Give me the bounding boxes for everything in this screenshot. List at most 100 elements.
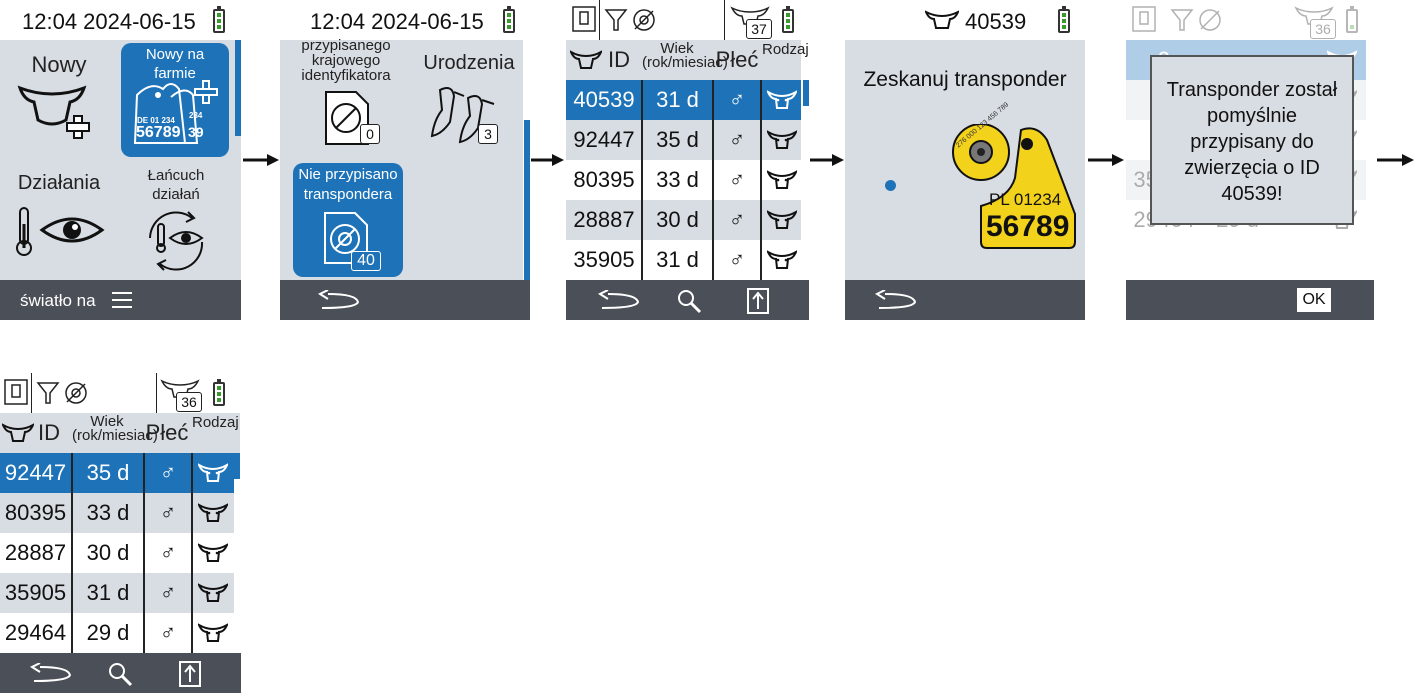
col-divider bbox=[712, 80, 714, 280]
screen-submenu: 12:04 2024-06-15 przypisanego krajowego … bbox=[280, 0, 530, 320]
tile-lancuch-dzialan[interactable]: Łańcuch działań bbox=[120, 160, 235, 280]
tile-nowy-na-farmie[interactable]: Nowy na farmie DE 01 234 56789 234 39 bbox=[121, 43, 229, 157]
cell-id: 40539 bbox=[573, 87, 635, 112]
tag-filter-icon[interactable] bbox=[572, 6, 596, 32]
divider bbox=[724, 0, 725, 40]
scrollbar[interactable] bbox=[235, 40, 241, 136]
back-icon[interactable] bbox=[316, 290, 362, 312]
screen-scan-transponder: 40539 Zeskanuj transponder 276 000 123 4… bbox=[845, 0, 1085, 320]
bottom-bar: OK bbox=[1126, 280, 1374, 320]
flow-arrow-icon bbox=[810, 154, 844, 166]
tile-urodzenia[interactable]: Urodzenia 3 bbox=[408, 40, 523, 160]
cell-age: 29 d bbox=[86, 620, 130, 645]
no-transponder-icon bbox=[1199, 9, 1221, 31]
back-icon[interactable] bbox=[28, 663, 74, 685]
col-divider bbox=[143, 453, 145, 653]
tile-label-text: Urodzenia bbox=[423, 52, 515, 74]
col-header-sex[interactable]: Płeć bbox=[714, 40, 760, 80]
cell-id: 92447 bbox=[4, 460, 67, 485]
scrollbar[interactable] bbox=[524, 120, 530, 280]
no-transponder-icon[interactable] bbox=[632, 8, 656, 32]
cell-id: 92447 bbox=[573, 127, 635, 152]
col-header-type[interactable]: Rodzaj bbox=[762, 40, 809, 80]
battery-icon bbox=[213, 6, 225, 33]
battery-icon bbox=[503, 6, 515, 33]
table-row[interactable]: 28887 30 d ♂ bbox=[566, 200, 801, 240]
cell-id: 80395 bbox=[4, 500, 67, 525]
table-row[interactable]: 80395 33 d ♂ bbox=[566, 160, 801, 200]
tag-filter-icon[interactable] bbox=[4, 379, 28, 405]
scrollbar[interactable] bbox=[803, 80, 809, 106]
bottom-bar: światło na bbox=[0, 280, 241, 320]
cow-plus-icon bbox=[17, 85, 90, 139]
tile-identyfikator[interactable]: przypisanego krajowego identyfikatora 0 bbox=[280, 38, 405, 160]
table-row[interactable]: 80395 33 d ♂ bbox=[0, 493, 234, 533]
back-icon[interactable] bbox=[873, 290, 919, 312]
no-transponder-icon[interactable] bbox=[64, 381, 88, 405]
menu-icon[interactable] bbox=[112, 292, 132, 308]
light-toggle-label[interactable]: światło na bbox=[20, 291, 96, 311]
cow-icon bbox=[925, 10, 959, 29]
battery-icon bbox=[1058, 6, 1070, 33]
filter-icon bbox=[1170, 9, 1194, 31]
cow-icon bbox=[570, 50, 602, 69]
col-divider bbox=[641, 80, 643, 280]
tile-nowy[interactable]: Nowy bbox=[0, 40, 118, 158]
tile-label-text: Nie przypisano transpondera bbox=[298, 166, 398, 203]
upload-icon[interactable] bbox=[178, 660, 202, 688]
cell-sex: ♂ bbox=[159, 460, 177, 485]
screen-animal-list-updated: 36 ID Wiek (rok/miesiac) Płeć Rodzaj 924… bbox=[0, 373, 241, 693]
table-row[interactable]: 35905 31 d ♂ bbox=[0, 573, 234, 613]
col-header-id[interactable]: ID bbox=[34, 413, 64, 453]
cell-age: 30 d bbox=[656, 207, 699, 232]
status-bar: 12:04 2024-06-15 bbox=[0, 0, 241, 40]
tile-dzialania[interactable]: Działania bbox=[0, 160, 118, 280]
col-header-sex[interactable]: Płeć bbox=[144, 413, 190, 453]
table-row[interactable]: 29464 29 d ♂ bbox=[0, 613, 234, 653]
ok-button[interactable]: OK bbox=[1297, 288, 1331, 312]
screen-animal-list: 37 ID Wiek (rok/miesiac) Płeć Rodzaj 405… bbox=[566, 0, 809, 320]
cell-age: 35 d bbox=[656, 127, 699, 152]
ear-tag-side2: 39 bbox=[188, 124, 204, 140]
cell-age: 33 d bbox=[86, 500, 130, 525]
ear-tag-line2: 56789 bbox=[136, 124, 181, 141]
back-icon[interactable] bbox=[596, 290, 642, 312]
cell-sex: ♂ bbox=[728, 167, 746, 192]
cell-id: 35905 bbox=[4, 580, 67, 605]
cycle-thermometer-eye-icon bbox=[149, 211, 204, 271]
table-row[interactable]: 92447 35 d ♂ bbox=[566, 120, 801, 160]
cell-sex: ♂ bbox=[728, 247, 746, 272]
table-row[interactable]: 92447 35 d ♂ bbox=[0, 453, 234, 493]
col-header-age[interactable]: Wiek (rok/miesiac) bbox=[642, 41, 728, 82]
filter-icon[interactable] bbox=[36, 381, 60, 405]
status-bar: 12:04 2024-06-15 bbox=[280, 0, 530, 40]
col-header-age[interactable]: Wiek (rok/miesiac) bbox=[72, 414, 158, 455]
bottom-bar bbox=[845, 280, 1085, 320]
battery-icon bbox=[1346, 6, 1358, 33]
search-icon[interactable] bbox=[676, 288, 702, 314]
cell-id: 35905 bbox=[573, 247, 635, 272]
tile-nie-przypisano-transpondera[interactable]: Nie przypisano transpondera 40 bbox=[293, 163, 403, 277]
bottom-bar bbox=[566, 280, 809, 320]
menu-grid: przypisanego krajowego identyfikatora 0 … bbox=[280, 38, 523, 280]
upload-icon[interactable] bbox=[746, 287, 770, 315]
col-header-id[interactable]: ID bbox=[604, 40, 634, 80]
count-badge: 40 bbox=[351, 251, 381, 271]
bottom-bar bbox=[0, 653, 241, 693]
scan-indicator-dot bbox=[885, 180, 896, 191]
search-icon[interactable] bbox=[107, 661, 133, 687]
cow-icon bbox=[2, 423, 34, 442]
cell-age: 31 d bbox=[656, 87, 699, 112]
tag-line1: PL 01234 bbox=[989, 190, 1062, 209]
table-row[interactable]: 35905 31 d ♂ bbox=[566, 240, 801, 280]
filter-icon[interactable] bbox=[604, 8, 628, 32]
menu-grid: Nowy Nowy na farmie DE 01 234 56789 234 … bbox=[0, 40, 241, 280]
cell-age: 31 d bbox=[656, 247, 699, 272]
divider bbox=[599, 0, 600, 40]
cell-age: 33 d bbox=[656, 167, 699, 192]
battery-icon bbox=[782, 6, 794, 33]
table-row[interactable]: 40539 31 d ♂ bbox=[566, 80, 801, 120]
col-header-type[interactable]: Rodzaj bbox=[192, 413, 239, 453]
table-row[interactable]: 28887 30 d ♂ bbox=[0, 533, 234, 573]
scrollbar[interactable] bbox=[234, 453, 240, 479]
